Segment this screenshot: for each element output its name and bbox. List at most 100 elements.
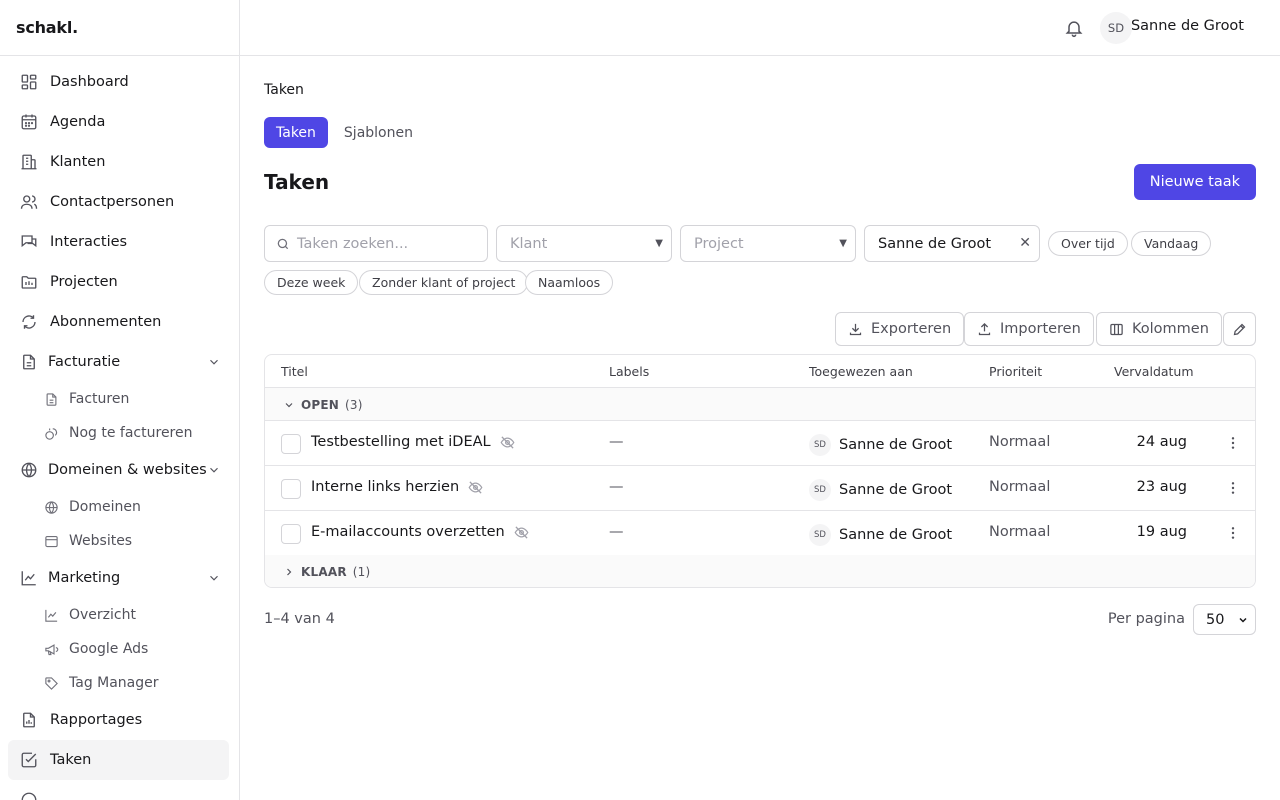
table-row[interactable]: E-mailaccounts overzetten — SD Sanne de … xyxy=(265,510,1255,555)
sidebar-item-projecten[interactable]: Projecten xyxy=(8,262,229,302)
sidebar-item-label: Abonnementen xyxy=(50,314,162,330)
import-button[interactable]: Importeren xyxy=(964,312,1094,346)
column-header-toegewezen[interactable]: Toegewezen aan xyxy=(809,364,913,379)
sidebar-subitem-overzicht[interactable]: Overzicht xyxy=(0,598,239,632)
sidebar-item-dashboard[interactable]: Dashboard xyxy=(8,62,229,102)
tab-sjablonen[interactable]: Sjablonen xyxy=(332,117,425,148)
table-row[interactable]: Testbestelling met iDEAL — SD Sanne de G… xyxy=(265,420,1255,465)
group-row-klaar[interactable]: KLAAR (1) xyxy=(265,555,1255,587)
sidebar-item-label: Google Ads xyxy=(69,641,149,657)
sidebar-item-facturatie[interactable]: Facturatie xyxy=(8,342,229,382)
megaphone-icon xyxy=(45,643,59,655)
edit-button[interactable] xyxy=(1223,312,1256,346)
tab-taken[interactable]: Taken xyxy=(264,117,328,148)
chart-line-icon xyxy=(45,609,58,622)
assignee-select[interactable]: Sanne de Groot ✕ xyxy=(864,225,1040,262)
sidebar-item-klanten[interactable]: Klanten xyxy=(8,142,229,182)
group-name: KLAAR xyxy=(301,564,347,579)
new-task-button[interactable]: Nieuwe taak xyxy=(1133,164,1256,200)
chip-deze-week[interactable]: Deze week xyxy=(264,270,359,295)
task-title[interactable]: E-mailaccounts overzetten xyxy=(311,524,529,540)
per-page-select[interactable]: 50 xyxy=(1193,604,1256,635)
group-row-open[interactable]: OPEN (3) xyxy=(265,388,1255,421)
chip-zonder-klant-project[interactable]: Zonder klant of project xyxy=(359,270,529,295)
sidebar-item-label: Marketing xyxy=(48,570,121,586)
bell-icon[interactable] xyxy=(1064,18,1084,38)
report-icon xyxy=(23,712,35,728)
task-assignee: SD Sanne de Groot xyxy=(809,479,952,501)
sidebar-item-label: Dashboard xyxy=(50,74,129,90)
sidebar-item-marketing[interactable]: Marketing xyxy=(8,558,229,598)
tag-icon xyxy=(45,676,58,690)
task-title[interactable]: Interne links herzien xyxy=(311,479,483,495)
result-count: 1–4 van 4 xyxy=(264,611,335,627)
sidebar-item-label: Projecten xyxy=(50,274,118,290)
column-header-titel[interactable]: Titel xyxy=(281,364,308,379)
assignee-name: Sanne de Groot xyxy=(839,527,953,543)
sidebar-subitem-nog-te-factureren[interactable]: Nog te factureren xyxy=(0,416,239,450)
sidebar-item-label: Interacties xyxy=(50,234,128,250)
file-text-icon xyxy=(23,354,35,370)
sidebar: schakl. Dashboard Agenda Klanten Contact… xyxy=(0,0,240,800)
task-priority: Normaal xyxy=(989,524,1051,540)
chip-naamloos[interactable]: Naamloos xyxy=(525,270,614,295)
caret-down-icon: ▼ xyxy=(655,238,663,249)
column-header-vervaldatum[interactable]: Vervaldatum xyxy=(1114,364,1194,379)
sidebar-item-interacties[interactable]: Interacties xyxy=(8,222,229,262)
sidebar-item-label: Domeinen xyxy=(69,499,141,515)
row-checkbox[interactable] xyxy=(281,434,301,454)
brand-logo[interactable]: schakl. xyxy=(0,0,239,56)
sidebar-item-contactpersonen[interactable]: Contactpersonen xyxy=(8,182,229,222)
task-labels: — xyxy=(609,434,624,450)
klant-select[interactable]: Klant ▼ xyxy=(496,225,672,262)
table-row[interactable]: Interne links herzien — SD Sanne de Groo… xyxy=(265,465,1255,510)
sidebar-item-taken[interactable]: Taken xyxy=(8,740,229,780)
klant-placeholder: Klant xyxy=(510,235,548,252)
clear-icon[interactable]: ✕ xyxy=(1019,235,1031,251)
search-input[interactable]: Taken zoeken... xyxy=(264,225,488,262)
sidebar-nav: Dashboard Agenda Klanten Contactpersonen… xyxy=(0,56,239,800)
export-button[interactable]: Exporteren xyxy=(835,312,965,346)
sidebar-item-abonnementen[interactable]: Abonnementen xyxy=(8,302,229,342)
task-title-text: E-mailaccounts overzetten xyxy=(311,524,505,540)
task-title-text: Testbestelling met iDEAL xyxy=(311,434,491,450)
table-header: Titel Labels Toegewezen aan Prioriteit V… xyxy=(265,355,1255,388)
chevron-down-icon xyxy=(1239,617,1247,623)
sidebar-subitem-domeinen[interactable]: Domeinen xyxy=(0,490,239,524)
globe-icon xyxy=(45,500,58,514)
column-header-prioriteit[interactable]: Prioriteit xyxy=(989,364,1042,379)
sidebar-item-label: Tag Manager xyxy=(69,675,159,691)
avatar: SD xyxy=(809,524,831,546)
group-count: (1) xyxy=(352,564,371,579)
chip-over-tijd[interactable]: Over tijd xyxy=(1048,231,1128,256)
folder-icon xyxy=(21,276,37,289)
chat-icon xyxy=(21,235,37,248)
sidebar-item-more[interactable] xyxy=(8,780,229,800)
group-name: OPEN xyxy=(301,397,340,412)
row-checkbox[interactable] xyxy=(281,524,301,544)
chip-vandaag[interactable]: Vandaag xyxy=(1131,231,1212,256)
sidebar-item-label: Contactpersonen xyxy=(50,194,175,210)
group-count: (3) xyxy=(345,397,363,412)
columns-icon xyxy=(1110,323,1123,335)
row-checkbox[interactable] xyxy=(281,479,301,499)
sidebar-subitem-google-ads[interactable]: Google Ads xyxy=(0,632,239,666)
sidebar-item-domeinen-websites[interactable]: Domeinen & websites xyxy=(8,450,229,490)
sidebar-item-rapportages[interactable]: Rapportages xyxy=(8,700,229,740)
more-vertical-icon[interactable] xyxy=(1225,435,1241,451)
more-vertical-icon[interactable] xyxy=(1225,525,1241,541)
sidebar-item-agenda[interactable]: Agenda xyxy=(8,102,229,142)
user-name[interactable]: Sanne de Groot xyxy=(1131,18,1244,34)
project-select[interactable]: Project ▼ xyxy=(680,225,856,262)
more-vertical-icon[interactable] xyxy=(1225,480,1241,496)
sidebar-item-label: Overzicht xyxy=(69,607,136,623)
sidebar-subitem-tag-manager[interactable]: Tag Manager xyxy=(0,666,239,700)
avatar[interactable]: SD xyxy=(1100,12,1132,44)
chart-line-icon xyxy=(21,571,36,586)
sidebar-subitem-facturen[interactable]: Facturen xyxy=(0,382,239,416)
column-header-labels[interactable]: Labels xyxy=(609,364,649,379)
columns-button[interactable]: Kolommen xyxy=(1096,312,1222,346)
sidebar-subitem-websites[interactable]: Websites xyxy=(0,524,239,558)
task-title[interactable]: Testbestelling met iDEAL xyxy=(311,434,515,450)
task-assignee: SD Sanne de Groot xyxy=(809,434,952,456)
